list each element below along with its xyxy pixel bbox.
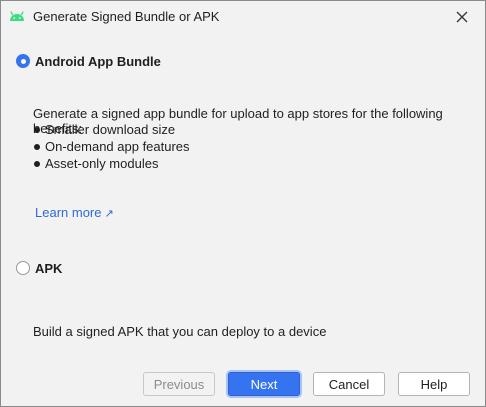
- bundle-radio[interactable]: [16, 54, 30, 68]
- learn-more-link[interactable]: Learn more ↗: [35, 205, 114, 220]
- previous-button[interactable]: Previous: [143, 372, 215, 396]
- window-title: Generate Signed Bundle or APK: [33, 9, 220, 24]
- cancel-button[interactable]: Cancel: [313, 372, 385, 396]
- dialog: Generate Signed Bundle or APK Android Ap…: [0, 0, 486, 407]
- benefits-list: Smaller download size On-demand app feat…: [33, 121, 190, 172]
- apk-option-label[interactable]: APK: [35, 261, 62, 276]
- benefit-item: On-demand app features: [33, 138, 190, 155]
- close-icon: [456, 11, 468, 23]
- benefit-item: Smaller download size: [33, 121, 190, 138]
- apk-description: Build a signed APK that you can deploy t…: [33, 324, 327, 339]
- close-button[interactable]: [451, 6, 473, 28]
- external-link-icon: ↗: [104, 208, 114, 220]
- title-bar: Generate Signed Bundle or APK: [1, 1, 485, 33]
- apk-radio[interactable]: [16, 261, 30, 275]
- learn-more-label: Learn more: [35, 205, 102, 220]
- next-button[interactable]: Next: [228, 372, 300, 396]
- help-button[interactable]: Help: [398, 372, 470, 396]
- benefit-item: Asset-only modules: [33, 155, 190, 172]
- bundle-option-label[interactable]: Android App Bundle: [35, 54, 161, 69]
- android-icon: [10, 11, 24, 21]
